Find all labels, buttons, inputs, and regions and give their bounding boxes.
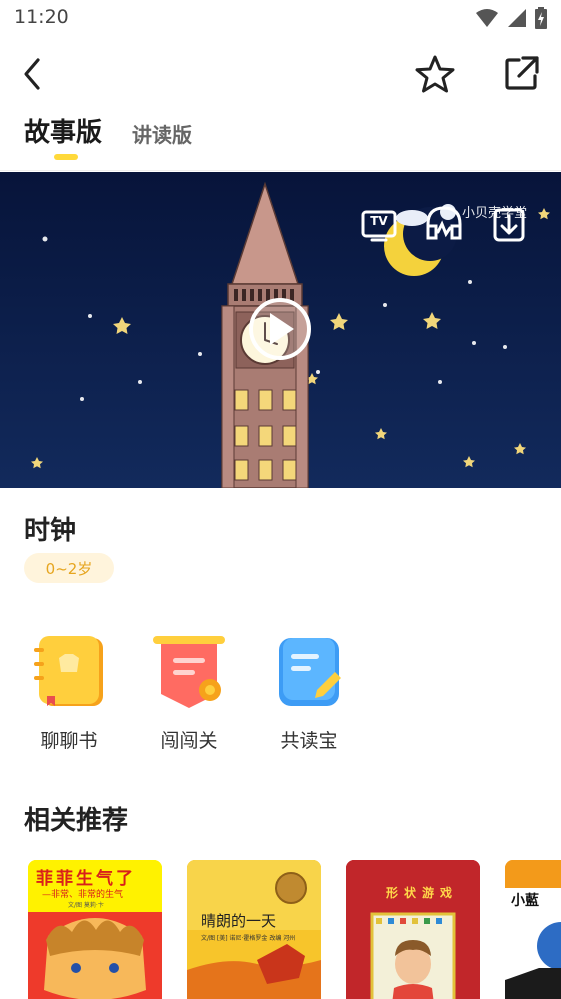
tab-reading-version[interactable]: 讲读版 bbox=[132, 119, 192, 148]
chevron-left-icon bbox=[24, 58, 40, 90]
wifi-icon bbox=[476, 9, 498, 27]
divider bbox=[0, 170, 561, 171]
share-external-icon bbox=[505, 56, 539, 90]
battery-icon bbox=[535, 7, 547, 29]
book-cover-image bbox=[505, 860, 561, 999]
tv-label: TV bbox=[370, 214, 388, 228]
age-badge: 0~2岁 bbox=[24, 553, 114, 583]
favorite-button[interactable] bbox=[413, 54, 457, 94]
feature-co-reading[interactable]: 共读宝 bbox=[259, 630, 359, 760]
note-pencil-icon bbox=[279, 638, 341, 706]
book-title: 形状游戏 bbox=[386, 886, 459, 900]
book-cover-image bbox=[346, 860, 480, 999]
book-card[interactable]: 晴朗的一天 文/图 [美] 诺尼·霍格罗金 改编 河州 bbox=[187, 860, 321, 999]
book-card[interactable]: 小藍 bbox=[505, 860, 561, 999]
book-title: 小藍 bbox=[511, 893, 539, 909]
tab-story-version[interactable]: 故事版 bbox=[24, 112, 102, 149]
play-icon bbox=[249, 298, 311, 360]
status-icons bbox=[475, 6, 547, 30]
feature-label: 共读宝 bbox=[280, 730, 338, 752]
recommend-title: 相关推荐 bbox=[24, 806, 129, 836]
status-bar: 11:20 bbox=[0, 0, 561, 40]
recommend-list: 菲菲生气了 —非常、非常的生气 文/图 莫莉·卞 晴朗的一天 文/图 [美] 诺… bbox=[0, 860, 561, 999]
share-button[interactable] bbox=[499, 54, 543, 94]
back-button[interactable] bbox=[16, 54, 52, 94]
star-outline-icon bbox=[415, 55, 455, 93]
version-tabs: 故事版 讲读版 bbox=[0, 104, 561, 168]
signal-icon bbox=[508, 9, 526, 27]
feature-chat-book[interactable]: 聊聊书 bbox=[19, 630, 119, 760]
book-card[interactable]: 菲菲生气了 —非常、非常的生气 文/图 莫莉·卞 bbox=[28, 860, 162, 999]
book-title: 时钟 bbox=[24, 516, 77, 546]
video-watermark: 小贝壳学堂 bbox=[462, 206, 528, 221]
badge-flag-icon bbox=[153, 636, 225, 708]
book-title: 菲菲生气了 bbox=[36, 869, 136, 889]
status-time: 11:20 bbox=[14, 6, 69, 28]
tab-active-indicator bbox=[54, 154, 78, 160]
nav-bar bbox=[0, 44, 561, 104]
book-subtitle: —非常、非常的生气 bbox=[42, 890, 124, 900]
feature-label: 闯闯关 bbox=[160, 730, 218, 752]
book-meta: 文/图 [美] 诺尼·霍格罗金 改编 河州 bbox=[201, 935, 296, 942]
video-player[interactable]: 小贝壳学堂 TV bbox=[0, 172, 561, 488]
book-meta: 文/图 莫莉·卞 bbox=[68, 902, 104, 909]
feature-row: 聊聊书 闯闯关 共读宝 bbox=[0, 630, 561, 760]
book-card[interactable]: 形状游戏 bbox=[346, 860, 480, 999]
feature-label: 聊聊书 bbox=[40, 730, 98, 752]
notebook-icon bbox=[34, 636, 103, 706]
feature-challenge[interactable]: 闯闯关 bbox=[139, 630, 239, 760]
book-title: 晴朗的一天 bbox=[201, 912, 277, 930]
